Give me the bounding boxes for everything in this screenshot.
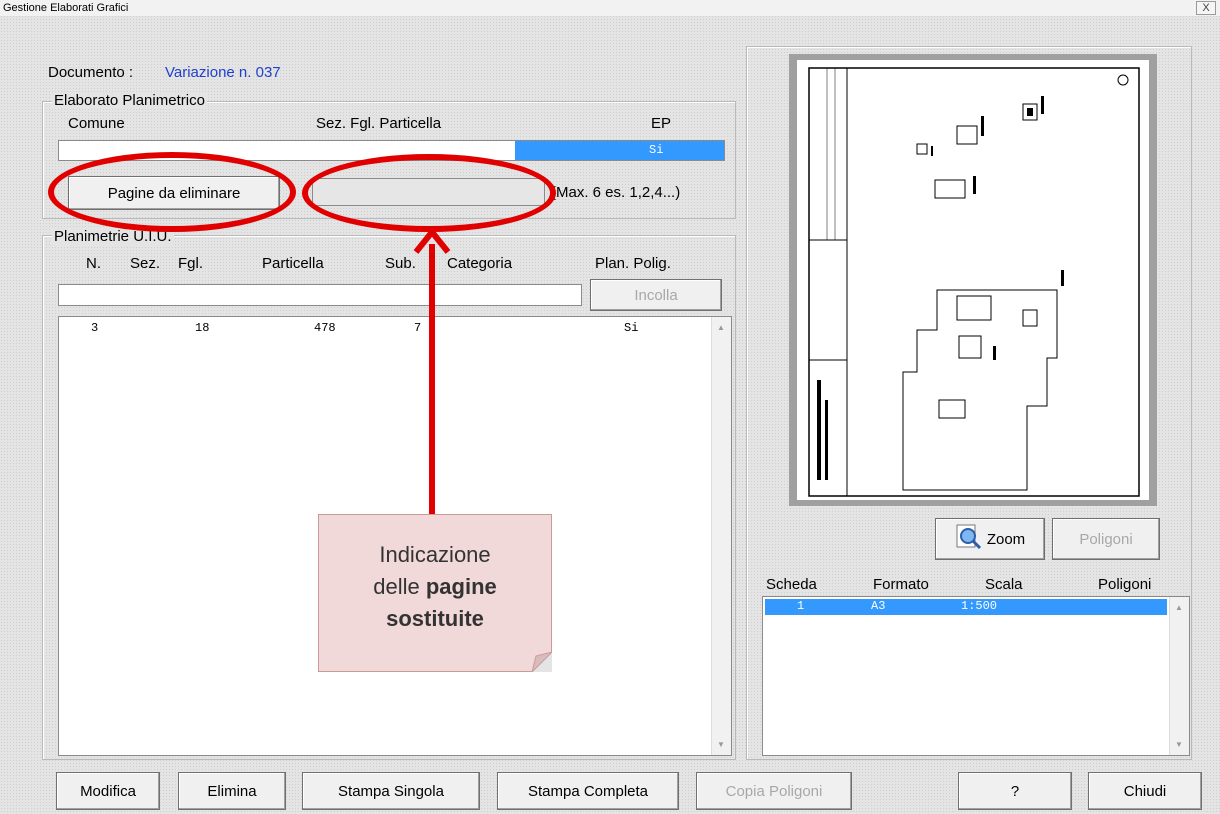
schede-header-formato: Formato [873, 576, 929, 593]
ep-header-comune: Comune [68, 115, 125, 132]
plan-header-n: N. [86, 255, 101, 272]
callout-line-3: sostituite [319, 603, 551, 635]
ep-header-ep: EP [651, 115, 672, 132]
table-row[interactable]: 1 A3 1:500 [765, 599, 1167, 615]
schede-header-scala: Scala [985, 576, 1023, 593]
cell-plan: Si [624, 321, 639, 335]
max-hint: (Max. 6 es. 1,2,4...) [551, 184, 681, 201]
callout-line-2: delle pagine [319, 571, 551, 603]
schede-list[interactable]: 1 A3 1:500 ▲ ▼ [762, 596, 1190, 756]
zoom-label: Zoom [986, 530, 1026, 548]
modifica-button[interactable]: Modifica [56, 772, 160, 810]
cell-scala: 1:500 [961, 599, 998, 613]
cell-n: 3 [91, 321, 99, 335]
table-row[interactable]: 3 18 478 7 Si [59, 321, 709, 337]
magnifier-icon [955, 523, 983, 555]
plan-header-plan-polig: Plan. Polig. [595, 255, 671, 272]
window-title: Gestione Elaborati Grafici [0, 0, 1220, 16]
chiudi-button[interactable]: Chiudi [1088, 772, 1202, 810]
stampa-completa-button[interactable]: Stampa Completa [497, 772, 679, 810]
cell-scheda: 1 [797, 599, 805, 613]
documento-label: Documento : [48, 64, 134, 81]
stampa-singola-button[interactable]: Stampa Singola [302, 772, 480, 810]
paste-input[interactable] [58, 284, 582, 306]
ep-group-title: Elaborato Planimetrico [52, 92, 207, 109]
callout-line-1: Indicazione [379, 542, 491, 567]
documento-value: Variazione n. 037 [165, 64, 281, 81]
planimetrie-scrollbar[interactable]: ▲ ▼ [711, 317, 731, 755]
scroll-up-icon[interactable]: ▲ [1175, 603, 1183, 612]
preview-sheet [797, 60, 1149, 500]
annotation-callout: Indicazione delle pagine sostituite [318, 514, 552, 672]
close-icon[interactable]: X [1196, 1, 1216, 15]
callout-line-2-bold: pagine [425, 574, 497, 599]
plan-header-fgl: Fgl. [178, 255, 204, 272]
callout-fold-corner [532, 652, 552, 672]
incolla-button[interactable]: Incolla [590, 279, 722, 311]
cell-formato: A3 [871, 599, 886, 613]
drawing-preview [789, 54, 1157, 506]
plan-header-categoria: Categoria [447, 255, 513, 272]
annotation-arrow [413, 227, 451, 516]
ep-row-ep[interactable]: Si [515, 141, 724, 160]
floorplan-drawing [808, 67, 1140, 497]
zoom-button[interactable]: Zoom [935, 518, 1045, 560]
poligoni-button[interactable]: Poligoni [1052, 518, 1160, 560]
plan-header-sez: Sez. [130, 255, 161, 272]
cell-particella: 478 [314, 321, 336, 335]
schede-header-scheda: Scheda [766, 576, 817, 593]
schede-scrollbar[interactable]: ▲ ▼ [1169, 597, 1189, 755]
plan-header-particella: Particella [262, 255, 324, 272]
scroll-up-icon[interactable]: ▲ [717, 323, 725, 332]
cell-fgl: 18 [195, 321, 210, 335]
ep-header-sez-fgl-particella: Sez. Fgl. Particella [316, 115, 442, 132]
scroll-down-icon[interactable]: ▼ [1175, 740, 1183, 749]
highlight-oval-pagine-button [48, 152, 296, 232]
copia-poligoni-button[interactable]: Copia Poligoni [696, 772, 852, 810]
callout-line-3-bold: sostituite [386, 606, 484, 631]
callout-line-2-text: delle [373, 574, 426, 599]
elimina-button[interactable]: Elimina [178, 772, 286, 810]
help-button[interactable]: ? [958, 772, 1072, 810]
scroll-down-icon[interactable]: ▼ [717, 740, 725, 749]
schede-header-poligoni: Poligoni [1098, 576, 1152, 593]
highlight-oval-pagine-input [302, 154, 556, 232]
